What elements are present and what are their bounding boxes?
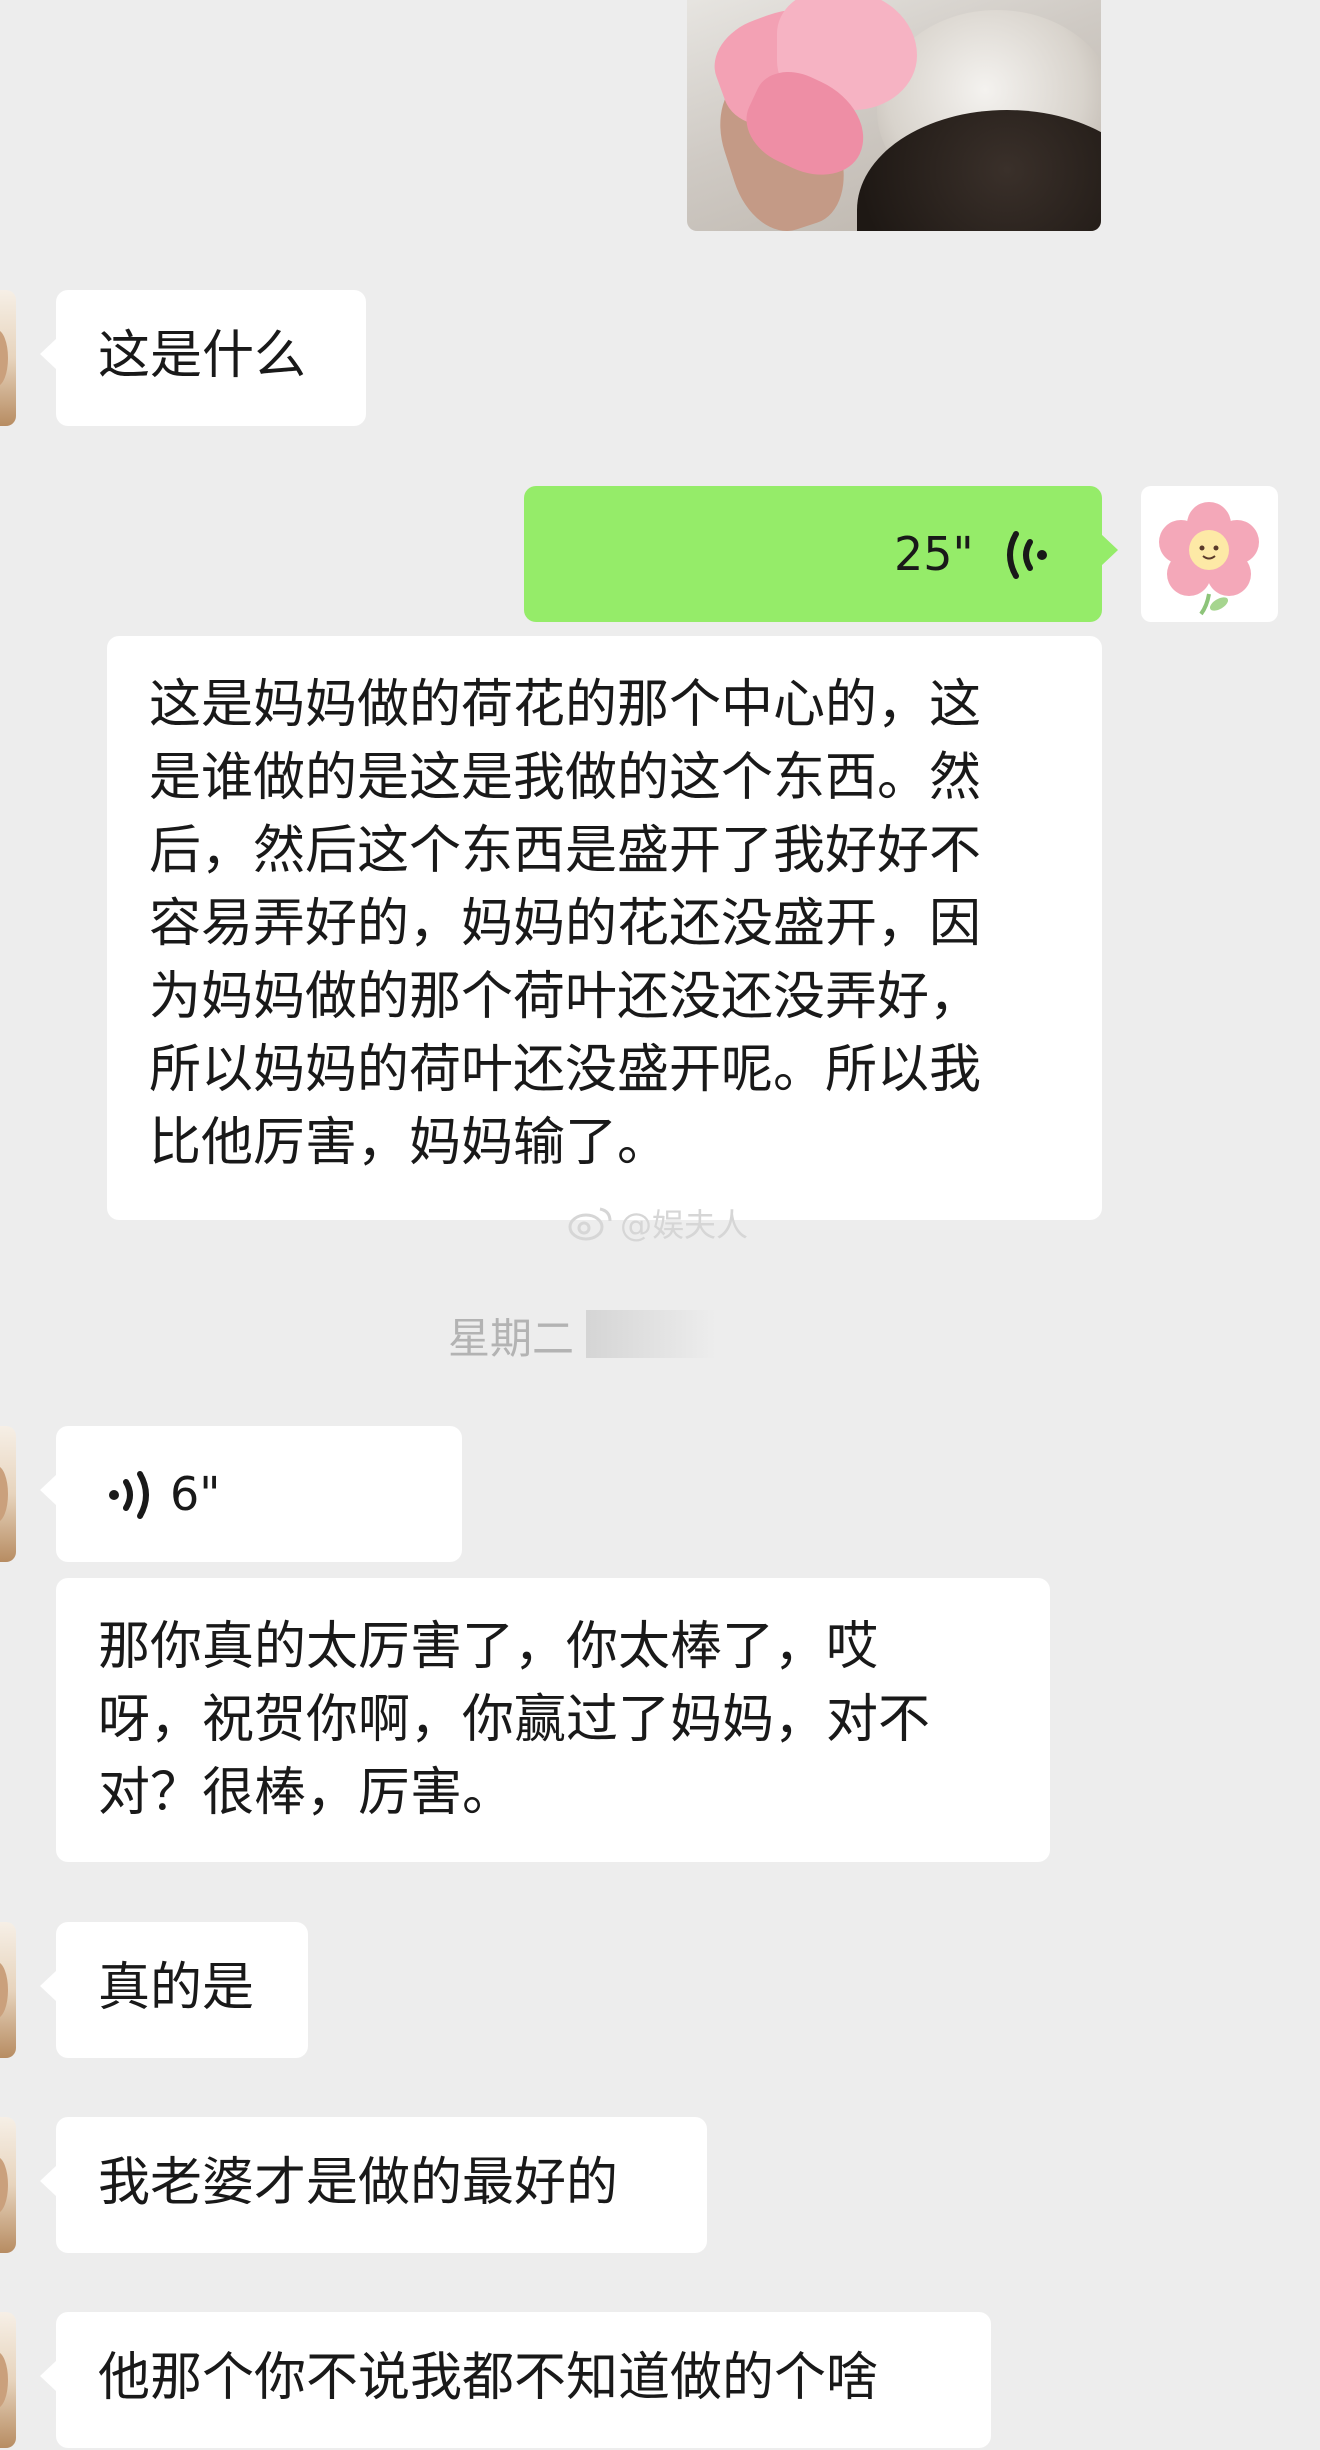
message-text: 真的是 (98, 1958, 255, 2018)
voice-wave-icon (1007, 531, 1047, 579)
message-bubble[interactable]: 这是什么 (40, 290, 366, 426)
weibo-icon (568, 1207, 612, 1241)
voice-transcript-bubble[interactable]: 这是妈妈做的荷花的那个中心的，这 是谁做的是这是我做的这个东西。然 后，然后这个… (107, 636, 1102, 1220)
message-bubble[interactable]: 我老婆才是做的最好的 (40, 2117, 707, 2253)
timestamp: 星期二 (448, 1314, 575, 1363)
timestamp-blur (586, 1310, 716, 1358)
message-text: 我老婆才是做的最好的 (98, 2153, 619, 2213)
voice-transcript-bubble[interactable]: 那你真的太厉害了，你太棒了，哎 呀，祝贺你啊，你赢过了妈妈，对不 对？很棒，厉害… (56, 1578, 1050, 1862)
voice-duration: 25" (894, 527, 974, 581)
contact-avatar[interactable] (0, 290, 16, 426)
voice-transcript-text: 这是妈妈做的荷花的那个中心的，这 是谁做的是这是我做的这个东西。然 后，然后这个… (149, 675, 982, 1173)
voice-duration: 6" (170, 1467, 221, 1521)
message-text: 这是什么 (98, 326, 307, 386)
voice-message-bubble[interactable]: 25" (524, 486, 1118, 622)
contact-avatar[interactable] (0, 2312, 16, 2448)
chat-view: 这是什么 25" 这是妈妈做的荷花的那个中心的，这 是谁做的是这是我做的这个东西… (0, 0, 1320, 2450)
message-text: 他那个你不说我都不知道做的个啥 (98, 2348, 879, 2408)
my-avatar[interactable] (1141, 486, 1278, 622)
contact-avatar[interactable] (0, 2117, 16, 2253)
photo-message[interactable] (687, 0, 1101, 231)
contact-avatar[interactable] (0, 1426, 16, 1562)
message-bubble[interactable]: 真的是 (40, 1922, 308, 2058)
voice-message-bubble[interactable]: 6" (40, 1426, 462, 1562)
voice-transcript-text: 那你真的太厉害了，你太棒了，哎 呀，祝贺你啊，你赢过了妈妈，对不 对？很棒，厉害… (98, 1617, 931, 1823)
watermark: @娱夫人 (566, 1200, 748, 1246)
voice-wave-icon (109, 1471, 149, 1519)
contact-avatar[interactable] (0, 1922, 16, 2058)
flower-avatar-icon (1159, 502, 1259, 616)
message-bubble[interactable]: 他那个你不说我都不知道做的个啥 (40, 2312, 991, 2448)
watermark-text: @娱夫人 (620, 1206, 749, 1244)
